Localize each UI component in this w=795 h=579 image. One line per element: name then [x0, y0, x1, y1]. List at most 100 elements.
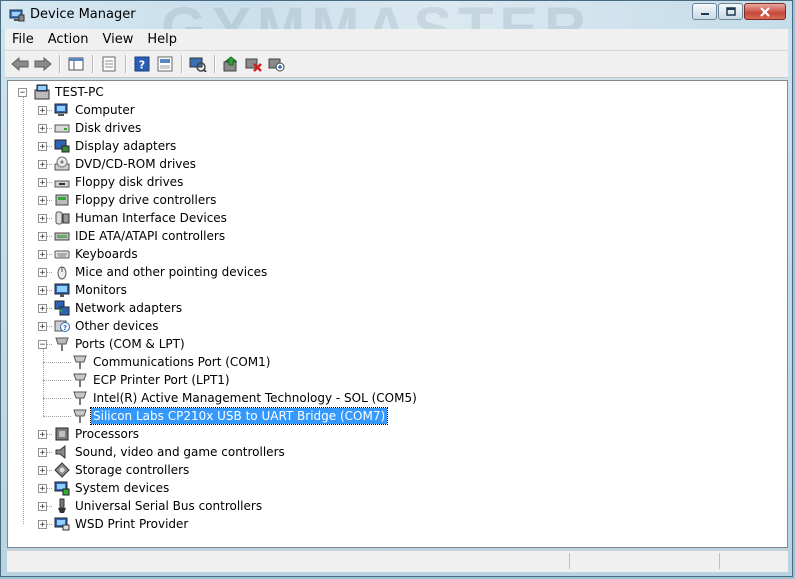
display-adapter-icon — [54, 138, 70, 154]
serial-port-icon — [72, 354, 88, 370]
hid-icon — [55, 211, 70, 225]
tree-category-port[interactable]: Ports (COM & LPT) — [54, 335, 187, 353]
tree-category-label: WSD Print Provider — [75, 517, 189, 531]
tree-device-selected[interactable]: Silicon Labs CP210x USB to UART Bridge (… — [72, 407, 389, 425]
forward-button[interactable] — [32, 53, 54, 75]
expander-floppy-disk[interactable]: + — [38, 178, 47, 187]
expander-dvd-drive[interactable]: + — [38, 160, 47, 169]
port-icon — [55, 337, 69, 351]
serial-port-icon — [73, 391, 87, 405]
tree-category-system-device[interactable]: System devices — [54, 479, 171, 497]
system-device-icon — [54, 481, 70, 496]
expander-sound[interactable]: + — [38, 448, 47, 457]
expander-keyboard[interactable]: + — [38, 250, 47, 259]
tree-category-processor[interactable]: Processors — [54, 425, 141, 443]
scan-view-button[interactable] — [187, 53, 209, 75]
tree-category-label: Processors — [75, 427, 140, 441]
expander-processor[interactable]: + — [38, 430, 47, 439]
tree-category-label: Human Interface Devices — [75, 211, 227, 225]
show-hidden-button[interactable] — [154, 53, 176, 75]
storage-controller-icon — [54, 462, 70, 478]
tree-category-label: Disk drives — [75, 121, 142, 135]
tree-category-floppy-controller[interactable]: Floppy drive controllers — [54, 191, 218, 209]
show-hide-console-tree-button[interactable] — [65, 53, 87, 75]
expander-storage-controller[interactable]: + — [38, 466, 47, 475]
expander-display-adapter[interactable]: + — [38, 142, 47, 151]
tree-category-dvd-drive[interactable]: DVD/CD-ROM drives — [54, 155, 198, 173]
tree-category-label: Computer — [75, 103, 135, 117]
expander-computer[interactable]: + — [38, 106, 47, 115]
help-icon: ? — [134, 56, 150, 72]
close-button[interactable] — [744, 3, 786, 20]
maximize-button[interactable] — [718, 3, 743, 20]
tree-root-label: TEST-PC — [55, 85, 104, 99]
menu-view[interactable]: View — [95, 32, 140, 47]
computer-icon — [54, 103, 68, 116]
toolbar-separator — [214, 55, 216, 73]
tree-category-computer[interactable]: Computer — [54, 101, 137, 119]
wsd-print-icon — [54, 516, 70, 532]
expander-hid[interactable]: + — [38, 214, 47, 223]
processor-icon — [54, 426, 70, 442]
tree-category-wsd-print[interactable]: WSD Print Provider — [54, 515, 190, 533]
device-manager-window: GYMMASTER Device Manager File Action Vie… — [0, 0, 793, 577]
tree-category-keyboard[interactable]: Keyboards — [54, 245, 140, 263]
expander-usb[interactable]: + — [38, 502, 47, 511]
expander-unknown-device[interactable]: + — [38, 322, 47, 331]
title-bar[interactable]: GYMMASTER Device Manager — [1, 1, 792, 61]
update-driver-button[interactable] — [220, 53, 242, 75]
port-icon — [54, 336, 70, 352]
expander-ide-controller[interactable]: + — [38, 232, 47, 241]
tree-category-disk-drive[interactable]: Disk drives — [54, 119, 143, 137]
scan-hardware-button[interactable] — [266, 53, 288, 75]
tree-category-usb[interactable]: Universal Serial Bus controllers — [54, 497, 264, 515]
menu-action[interactable]: Action — [41, 32, 96, 47]
expander-mouse[interactable]: + — [38, 268, 47, 277]
minimize-button[interactable] — [692, 3, 717, 20]
tree-category-mouse[interactable]: Mice and other pointing devices — [54, 263, 269, 281]
status-bar — [7, 550, 788, 572]
serial-port-icon — [72, 390, 88, 406]
tree-category-label: Keyboards — [75, 247, 138, 261]
tree-category-ide-controller[interactable]: IDE ATA/ATAPI controllers — [54, 227, 227, 245]
tree-category-label: Sound, video and game controllers — [75, 445, 285, 459]
menu-help[interactable]: Help — [140, 32, 184, 47]
expander-port[interactable]: − — [38, 340, 47, 349]
tree-device-item[interactable]: Communications Port (COM1) — [72, 353, 272, 371]
expander-disk-drive[interactable]: + — [38, 124, 47, 133]
computer-icon — [54, 102, 70, 118]
tree-category-sound[interactable]: Sound, video and game controllers — [54, 443, 287, 461]
menu-file[interactable]: File — [5, 32, 41, 47]
tree-category-monitor[interactable]: Monitors — [54, 281, 129, 299]
expander-monitor[interactable]: + — [38, 286, 47, 295]
display-adapter-icon — [54, 139, 70, 153]
uninstall-button[interactable] — [243, 53, 265, 75]
tree-category-storage-controller[interactable]: Storage controllers — [54, 461, 191, 479]
unknown-device-icon: ? — [54, 318, 70, 334]
expander-floppy-controller[interactable]: + — [38, 196, 47, 205]
expander-root[interactable]: − — [18, 88, 27, 97]
properties-icon — [102, 56, 116, 72]
monitor-icon — [54, 282, 70, 298]
tree-connector-line — [43, 380, 71, 381]
tree-category-unknown-device[interactable]: ? Other devices — [54, 317, 161, 335]
back-button[interactable] — [9, 53, 31, 75]
tree-device-item[interactable]: Intel(R) Active Management Technology - … — [72, 389, 419, 407]
help-button[interactable]: ? — [131, 53, 153, 75]
tree-category-floppy-disk[interactable]: Floppy disk drives — [54, 173, 185, 191]
properties-button[interactable] — [98, 53, 120, 75]
tree-category-hid[interactable]: Human Interface Devices — [54, 209, 229, 227]
expander-system-device[interactable]: + — [38, 484, 47, 493]
tree-category-label: Other devices — [75, 319, 159, 333]
tree-category-display-adapter[interactable]: Display adapters — [54, 137, 178, 155]
mouse-icon — [54, 264, 70, 280]
expander-network-adapter[interactable]: + — [38, 304, 47, 313]
device-tree-panel[interactable]: − TEST-PC + Computer + Disk drives + Display ad… — [7, 80, 788, 548]
serial-port-icon — [73, 373, 87, 387]
tree-category-label: Universal Serial Bus controllers — [75, 499, 263, 513]
tree-device-item[interactable]: ECP Printer Port (LPT1) — [72, 371, 232, 389]
processor-icon — [55, 427, 69, 441]
expander-wsd-print[interactable]: + — [38, 520, 47, 529]
tree-root-test-pc[interactable]: TEST-PC — [34, 83, 106, 101]
tree-category-network-adapter[interactable]: Network adapters — [54, 299, 184, 317]
